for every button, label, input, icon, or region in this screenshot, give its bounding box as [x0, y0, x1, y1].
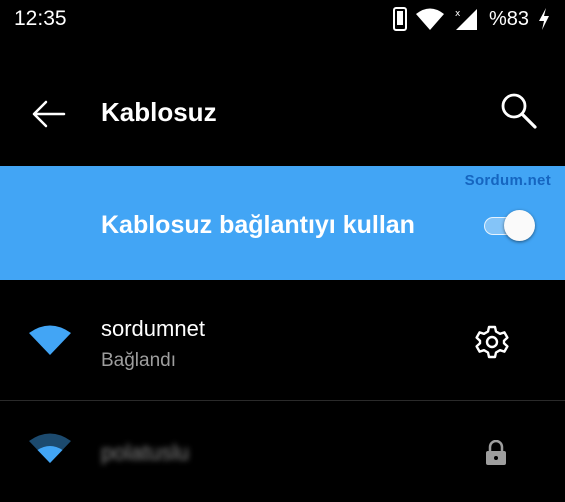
app-bar: Kablosuz [0, 70, 565, 154]
status-time: 12:35 [14, 7, 67, 30]
network-settings-button[interactable] [474, 324, 510, 360]
wifi-signal-icon [415, 8, 444, 30]
arrow-left-icon [32, 100, 66, 128]
network-item[interactable]: polatuslu [0, 402, 565, 502]
back-button[interactable] [28, 94, 68, 134]
wifi-full-signal-icon [29, 325, 71, 355]
network-name: sordumnet [101, 316, 205, 341]
search-button[interactable] [498, 90, 540, 132]
svg-text:x: x [455, 9, 461, 19]
watermark-text: Sordum.net [464, 172, 551, 189]
status-bar: 12:35 x %83 [0, 0, 565, 40]
cell-signal-icon: x [455, 9, 477, 30]
switch-thumb [504, 210, 535, 241]
status-icons: x %83 [392, 6, 551, 32]
phone-icon [392, 7, 407, 31]
wifi-toggle-switch[interactable] [484, 208, 538, 242]
wifi-medium-signal-icon [29, 433, 71, 463]
network-name: polatuslu [101, 440, 190, 465]
wifi-toggle-label: Kablosuz bağlantıyı kullan [101, 211, 415, 239]
network-item[interactable]: sordumnet Bağlandı [0, 282, 565, 400]
charging-bolt-icon [539, 8, 549, 30]
battery-percentage: %83 [488, 7, 529, 30]
wifi-toggle-row[interactable]: Sordum.net Kablosuz bağlantıyı kullan [0, 166, 565, 280]
lock-icon [486, 440, 506, 465]
network-status: Bağlandı [101, 350, 177, 371]
search-icon [501, 93, 537, 129]
gear-icon [475, 325, 509, 359]
list-divider [0, 400, 565, 401]
page-title: Kablosuz [101, 97, 217, 127]
